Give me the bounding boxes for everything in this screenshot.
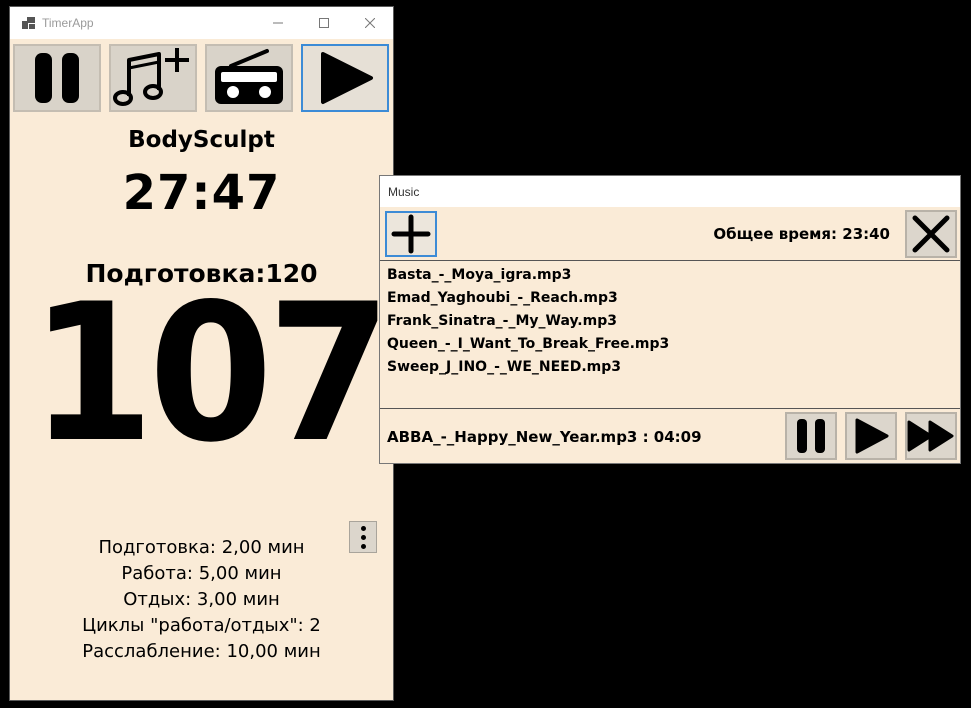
music-window: Music Общее время: 23:40 Basta_-_Moya_ig… — [379, 175, 961, 464]
radio-button[interactable] — [205, 44, 293, 112]
maximize-button[interactable] — [301, 7, 347, 39]
close-icon — [912, 215, 950, 253]
playlist[interactable]: Basta_-_Moya_igra.mp3 Emad_Yaghoubi_-_Re… — [387, 264, 669, 379]
timer-window: TimerApp BodySculpt 27:47 Подготовка:120… — [9, 6, 394, 701]
music-play-button[interactable] — [845, 412, 897, 460]
music-titlebar[interactable]: Music — [380, 176, 960, 207]
app-icon — [22, 16, 36, 30]
close-window-button[interactable] — [347, 7, 393, 39]
window-title: TimerApp — [42, 16, 94, 30]
close-music-button[interactable] — [905, 210, 957, 258]
play-icon — [855, 418, 889, 454]
total-time: 27:47 — [122, 165, 281, 221]
timer-settings: Подготовка: 2,00 мин Работа: 5,00 мин От… — [10, 535, 393, 665]
setting-cycles: Циклы "работа/отдых": 2 — [82, 615, 321, 636]
now-playing: ABBA_-_Happy_New_Year.mp3 : 04:09 — [387, 428, 702, 446]
setting-relax: Расслабление: 10,00 мин — [82, 641, 321, 662]
divider — [380, 408, 960, 409]
music-window-title: Music — [388, 184, 420, 199]
more-dot-icon — [360, 525, 366, 531]
add-music-button[interactable] — [109, 44, 197, 112]
setting-rest: Отдых: 3,00 мин — [123, 589, 280, 610]
minimize-button[interactable] — [255, 7, 301, 39]
music-total-time: Общее время: 23:40 — [713, 225, 890, 243]
close-icon — [365, 18, 375, 28]
pause-button[interactable] — [13, 44, 101, 112]
setting-prep: Подготовка: 2,00 мин — [98, 537, 305, 558]
plus-icon — [391, 214, 431, 254]
music-pause-button[interactable] — [785, 412, 837, 460]
playlist-item[interactable]: Sweep_J_INO_-_WE_NEED.mp3 — [387, 356, 669, 379]
maximize-icon — [319, 18, 329, 28]
minimize-icon — [273, 22, 283, 24]
countdown-display: 107 — [30, 263, 392, 484]
radio-icon — [215, 49, 283, 104]
pause-icon — [35, 53, 79, 103]
playlist-item[interactable]: Basta_-_Moya_igra.mp3 — [387, 264, 669, 287]
add-music-icon — [113, 48, 189, 106]
divider — [380, 260, 960, 261]
timer-titlebar[interactable]: TimerApp — [10, 7, 393, 39]
playlist-item[interactable]: Frank_Sinatra_-_My_Way.mp3 — [387, 310, 669, 333]
music-next-button[interactable] — [905, 412, 957, 460]
add-track-button[interactable] — [385, 211, 437, 257]
playlist-item[interactable]: Queen_-_I_Want_To_Break_Free.mp3 — [387, 333, 669, 356]
fast-forward-icon — [907, 420, 954, 452]
pause-icon — [797, 419, 825, 453]
program-name: BodySculpt — [128, 127, 275, 153]
playlist-item[interactable]: Emad_Yaghoubi_-_Reach.mp3 — [387, 287, 669, 310]
play-icon — [321, 52, 373, 104]
setting-work: Работа: 5,00 мин — [121, 563, 282, 584]
play-button[interactable] — [301, 44, 389, 112]
